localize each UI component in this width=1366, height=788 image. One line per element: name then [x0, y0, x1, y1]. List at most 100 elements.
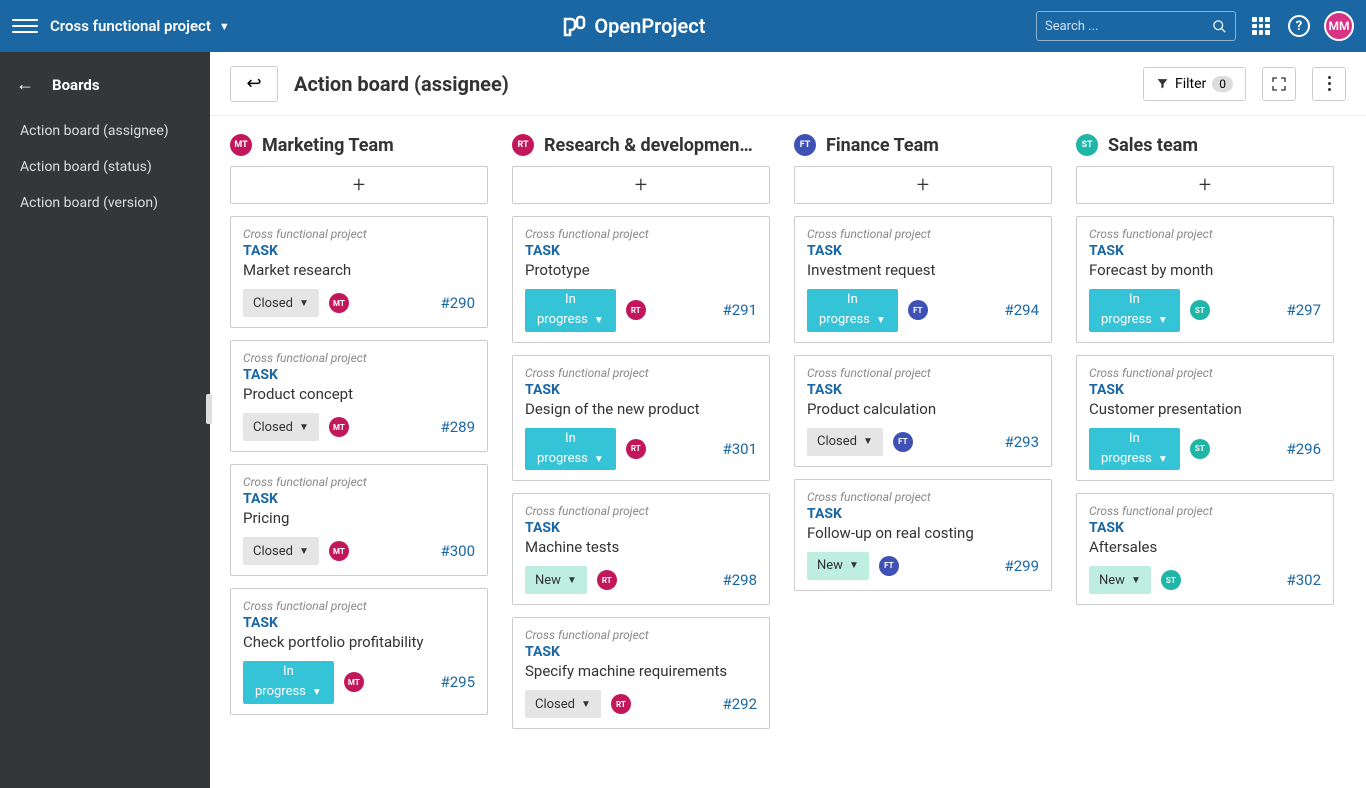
card-project: Cross functional project: [243, 475, 475, 489]
add-card-button[interactable]: +: [230, 166, 488, 204]
chevron-down-icon: ▼: [312, 687, 322, 698]
sidebar-item[interactable]: Action board (status): [0, 149, 210, 185]
card-id[interactable]: #300: [359, 542, 475, 560]
task-card[interactable]: Cross functional projectTASKCheck portfo…: [230, 588, 488, 715]
card-type: TASK: [243, 615, 475, 631]
sidebar-item[interactable]: Action board (assignee): [0, 113, 210, 149]
status-label: Closed: [817, 434, 857, 449]
apps-menu[interactable]: [1248, 13, 1274, 39]
board-back-button[interactable]: ↩: [230, 66, 278, 102]
team-avatar: FT: [794, 134, 816, 156]
chevron-down-icon: ▼: [581, 699, 591, 710]
card-project: Cross functional project: [1089, 504, 1321, 518]
fullscreen-button[interactable]: [1262, 67, 1296, 101]
card-id[interactable]: #293: [923, 433, 1039, 451]
column-header: MTMarketing Team: [230, 134, 488, 166]
status-dropdown[interactable]: Closed▼: [243, 289, 319, 317]
task-card[interactable]: Cross functional projectTASKPricingClose…: [230, 464, 488, 576]
card-id[interactable]: #290: [359, 294, 475, 312]
assignee-avatar[interactable]: MT: [329, 541, 349, 561]
status-dropdown[interactable]: Inprogress▼: [525, 289, 616, 332]
card-list: Cross functional projectTASKForecast by …: [1076, 216, 1334, 605]
card-id[interactable]: #294: [938, 301, 1039, 319]
task-card[interactable]: Cross functional projectTASKSpecify mach…: [512, 617, 770, 729]
back-arrow-icon[interactable]: ←: [16, 74, 34, 95]
card-id[interactable]: #291: [656, 301, 757, 319]
assignee-avatar[interactable]: FT: [879, 556, 899, 576]
assignee-avatar[interactable]: ST: [1190, 300, 1210, 320]
add-card-button[interactable]: +: [512, 166, 770, 204]
sidebar-resize-handle[interactable]: [206, 394, 212, 424]
card-project: Cross functional project: [243, 599, 475, 613]
help-menu[interactable]: ?: [1286, 13, 1312, 39]
card-type: TASK: [1089, 243, 1321, 259]
card-id[interactable]: #299: [909, 557, 1039, 575]
assignee-avatar[interactable]: RT: [626, 439, 646, 459]
add-card-button[interactable]: +: [794, 166, 1052, 204]
status-dropdown[interactable]: Inprogress▼: [525, 428, 616, 471]
card-id[interactable]: #295: [374, 673, 475, 691]
status-dropdown[interactable]: Inprogress▼: [1089, 428, 1180, 471]
card-id[interactable]: #292: [641, 695, 757, 713]
main-menu-toggle[interactable]: [12, 13, 38, 39]
add-card-button[interactable]: +: [1076, 166, 1334, 204]
card-id[interactable]: #302: [1191, 571, 1321, 589]
app-logo[interactable]: OpenProject: [242, 14, 1024, 38]
card-title: Pricing: [243, 509, 475, 527]
card-id[interactable]: #298: [627, 571, 757, 589]
assignee-avatar[interactable]: MT: [344, 672, 364, 692]
search-input[interactable]: [1045, 19, 1212, 34]
filter-button[interactable]: Filter 0: [1143, 67, 1246, 101]
task-card[interactable]: Cross functional projectTASKCustomer pre…: [1076, 355, 1334, 482]
status-dropdown[interactable]: Closed▼: [243, 537, 319, 565]
assignee-avatar[interactable]: ST: [1190, 439, 1210, 459]
status-dropdown[interactable]: Inprogress▼: [1089, 289, 1180, 332]
column-header: STSales team: [1076, 134, 1334, 166]
task-card[interactable]: Cross functional projectTASKInvestment r…: [794, 216, 1052, 343]
card-project: Cross functional project: [807, 490, 1039, 504]
card-id[interactable]: #297: [1220, 301, 1321, 319]
card-id[interactable]: #296: [1220, 440, 1321, 458]
user-avatar[interactable]: MM: [1324, 11, 1354, 41]
status-dropdown[interactable]: Inprogress▼: [243, 661, 334, 704]
sidebar-item[interactable]: Action board (version): [0, 185, 210, 221]
card-type: TASK: [807, 243, 1039, 259]
task-card[interactable]: Cross functional projectTASKDesign of th…: [512, 355, 770, 482]
status-label: New: [535, 573, 561, 588]
card-title: Aftersales: [1089, 538, 1321, 556]
assignee-avatar[interactable]: RT: [611, 694, 631, 714]
status-dropdown[interactable]: New▼: [1089, 566, 1151, 594]
task-card[interactable]: Cross functional projectTASKProduct calc…: [794, 355, 1052, 467]
status-label: Closed: [253, 420, 293, 435]
task-card[interactable]: Cross functional projectTASKFollow-up on…: [794, 479, 1052, 591]
task-card[interactable]: Cross functional projectTASKForecast by …: [1076, 216, 1334, 343]
global-search[interactable]: [1036, 11, 1236, 41]
card-id[interactable]: #301: [656, 440, 757, 458]
status-dropdown[interactable]: New▼: [525, 566, 587, 594]
status-dropdown[interactable]: Inprogress▼: [807, 289, 898, 332]
project-selector[interactable]: Cross functional project ▼: [50, 17, 230, 35]
assignee-avatar[interactable]: MT: [329, 417, 349, 437]
more-menu-button[interactable]: [1312, 67, 1346, 101]
assignee-avatar[interactable]: RT: [626, 300, 646, 320]
card-title: Prototype: [525, 261, 757, 279]
task-card[interactable]: Cross functional projectTASKProduct conc…: [230, 340, 488, 452]
assignee-avatar[interactable]: FT: [908, 300, 928, 320]
assignee-avatar[interactable]: RT: [597, 570, 617, 590]
status-dropdown[interactable]: Closed▼: [525, 690, 601, 718]
assignee-avatar[interactable]: FT: [893, 432, 913, 452]
status-dropdown[interactable]: Closed▼: [807, 428, 883, 456]
assignee-avatar[interactable]: ST: [1161, 570, 1181, 590]
assignee-avatar[interactable]: MT: [329, 293, 349, 313]
chevron-down-icon: ▼: [876, 315, 886, 326]
task-card[interactable]: Cross functional projectTASKMachine test…: [512, 493, 770, 605]
status-dropdown[interactable]: Closed▼: [243, 413, 319, 441]
status-dropdown[interactable]: New▼: [807, 552, 869, 580]
task-card[interactable]: Cross functional projectTASKPrototypeInp…: [512, 216, 770, 343]
column-header: FTFinance Team: [794, 134, 1052, 166]
card-title: Market research: [243, 261, 475, 279]
task-card[interactable]: Cross functional projectTASKAftersalesNe…: [1076, 493, 1334, 605]
task-card[interactable]: Cross functional projectTASKMarket resea…: [230, 216, 488, 328]
card-id[interactable]: #289: [359, 418, 475, 436]
card-type: TASK: [1089, 382, 1321, 398]
